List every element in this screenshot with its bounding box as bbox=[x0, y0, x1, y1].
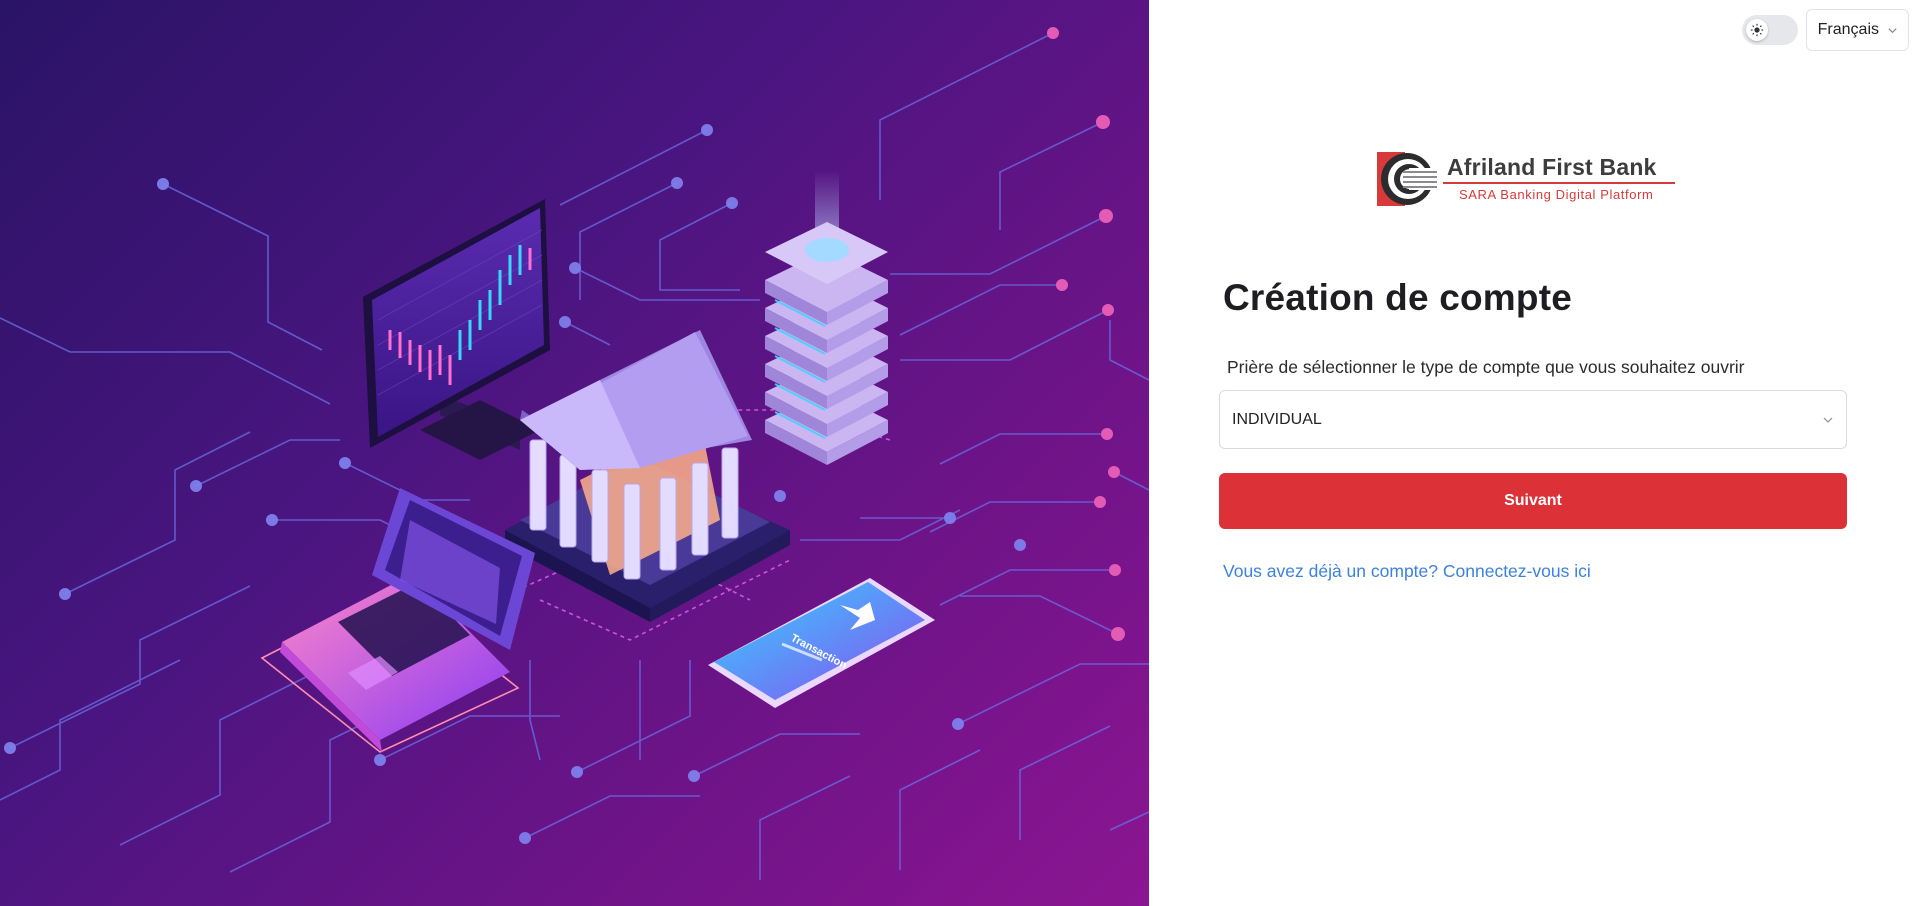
logo-title: Afriland First Bank bbox=[1447, 154, 1657, 180]
logo-subtitle: SARA Banking Digital Platform bbox=[1459, 187, 1654, 202]
language-select-value: Français bbox=[1817, 21, 1879, 38]
bank-logo: Afriland First Bank SARA Banking Digital… bbox=[1375, 150, 1675, 208]
top-controls: Français bbox=[1741, 9, 1909, 51]
laptop-illustration bbox=[260, 488, 535, 753]
bank-building-illustration bbox=[505, 330, 790, 622]
chevron-down-icon bbox=[1888, 27, 1897, 33]
account-type-prompt: Prière de sélectionner le type de compte… bbox=[1227, 357, 1745, 377]
login-link[interactable]: Vous avez déjà un compte? Connectez-vous… bbox=[1223, 561, 1591, 582]
logo-divider bbox=[1443, 182, 1675, 184]
next-button[interactable]: Suivant bbox=[1219, 473, 1847, 529]
chevron-down-icon bbox=[1823, 417, 1833, 423]
circuit-background: Transaction bbox=[0, 27, 1149, 880]
phone-transaction-illustration: Transaction bbox=[708, 578, 935, 708]
account-type-value: INDIVIDUAL bbox=[1232, 410, 1322, 428]
page-title: Création de compte bbox=[1223, 277, 1572, 318]
theme-toggle[interactable] bbox=[1741, 15, 1798, 45]
hero-illustration: Transaction bbox=[0, 0, 1149, 906]
server-stack-illustration bbox=[765, 170, 888, 465]
account-type-select[interactable]: INDIVIDUAL bbox=[1219, 390, 1847, 449]
sun-icon bbox=[1745, 19, 1768, 41]
signup-panel: Français Afriland First Bank SARA Bankin… bbox=[1149, 0, 1915, 906]
language-select[interactable]: Français bbox=[1805, 9, 1909, 51]
afriland-logo-icon bbox=[1375, 150, 1446, 208]
app-root: Transaction Français Afriland First Bank… bbox=[0, 0, 1915, 906]
